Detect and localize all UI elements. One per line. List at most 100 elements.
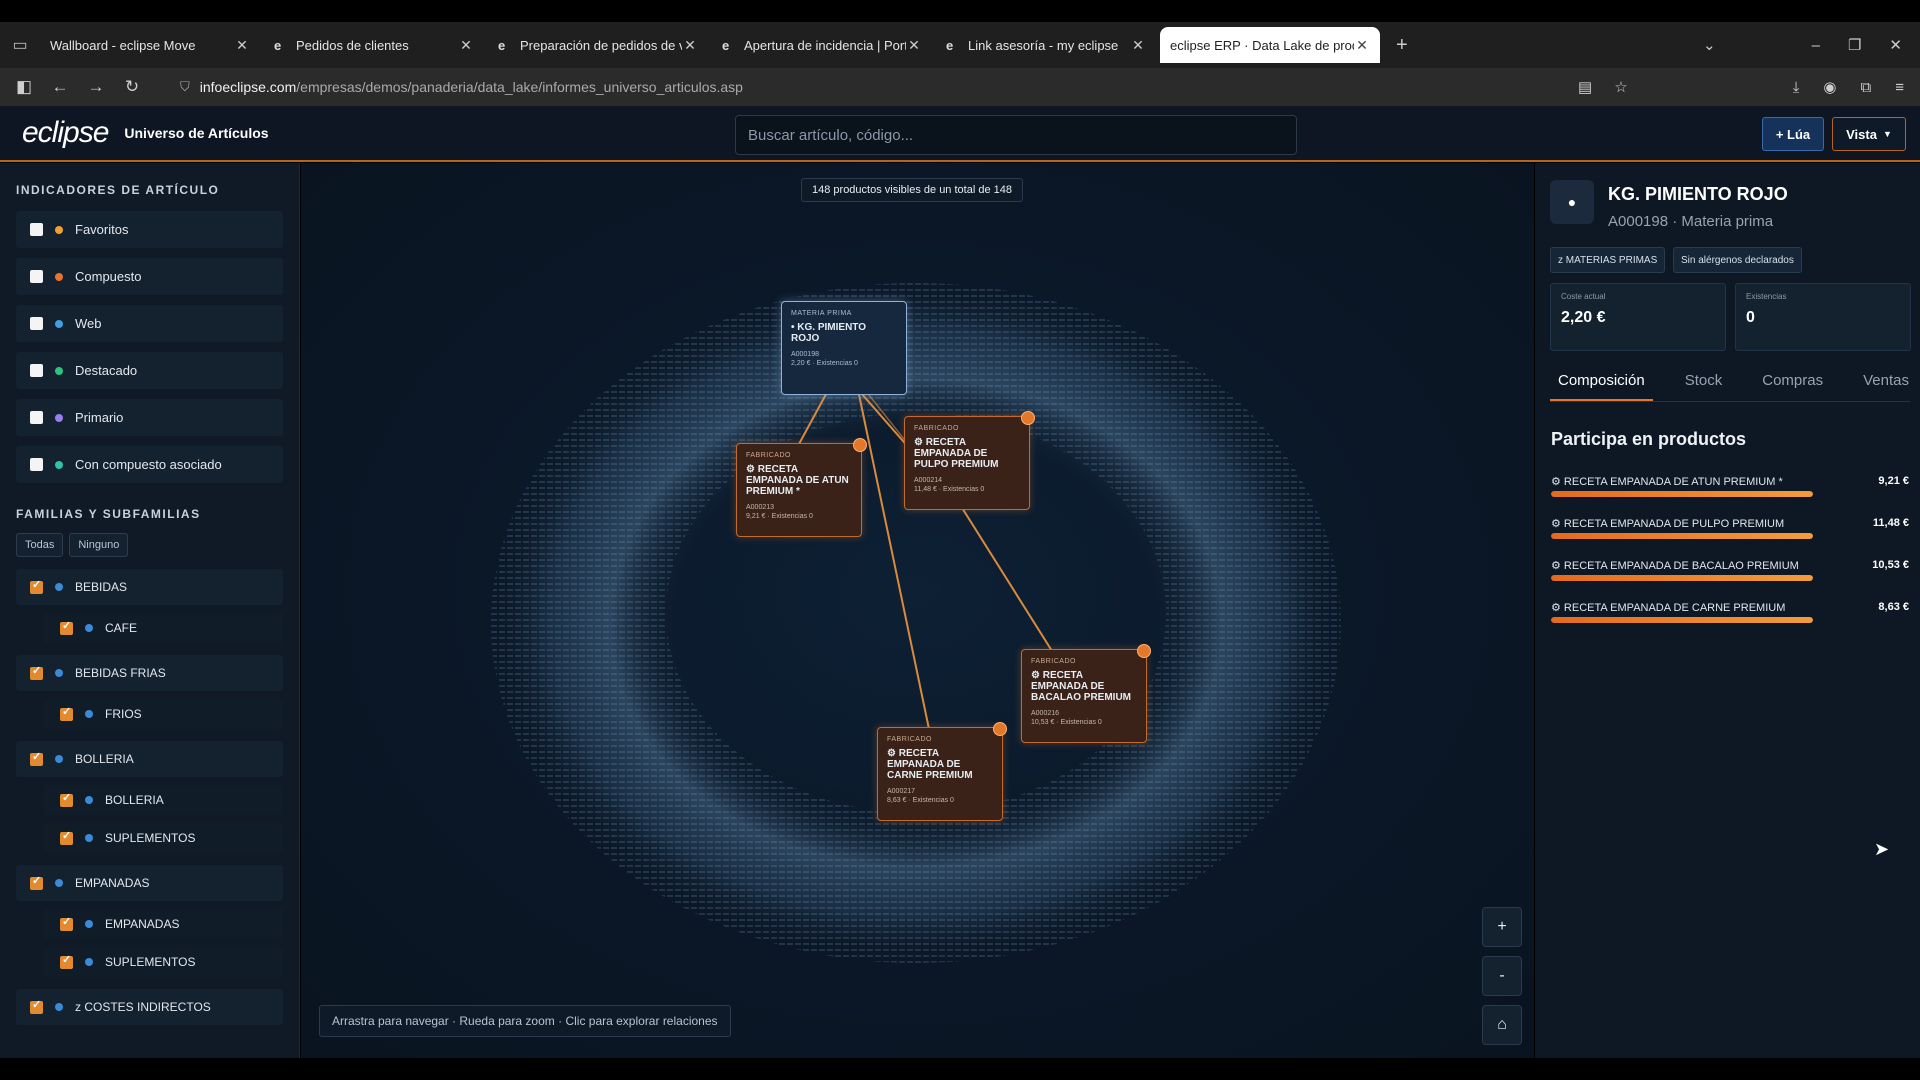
bookmark-star-icon[interactable]: ☆ bbox=[1614, 78, 1627, 96]
tab-close-icon[interactable]: ✕ bbox=[458, 37, 474, 54]
restore-icon[interactable]: ❐ bbox=[1848, 36, 1861, 54]
family-item[interactable]: BEBIDAS bbox=[16, 569, 283, 605]
subfamily-item[interactable]: SUPLEMENTOS bbox=[44, 947, 283, 977]
indicator-item[interactable]: Primario bbox=[16, 399, 283, 436]
checkbox[interactable] bbox=[60, 915, 73, 931]
checkbox[interactable] bbox=[30, 750, 43, 766]
checkbox[interactable] bbox=[60, 619, 73, 635]
tab-ventas[interactable]: Ventas bbox=[1855, 366, 1917, 401]
subfamily-item[interactable]: BOLLERIA bbox=[44, 785, 283, 815]
graph-canvas[interactable]: 148 productos visibles de un total de 14… bbox=[301, 163, 1534, 1058]
browser-tab[interactable]: e Apertura de incidencia | Portal ✕ bbox=[712, 27, 932, 63]
node-receta-atun[interactable]: FABRICADO ⚙ RECETA EMPANADA DE ATUN PREM… bbox=[736, 443, 862, 537]
url-field[interactable]: ⛉ infoeclipse.com/empresas/demos/panader… bbox=[180, 72, 1570, 102]
indicator-item[interactable]: Web bbox=[16, 305, 283, 342]
browser-tab-bar: ▭ Wallboard - eclipse Move ✕ e Pedidos d… bbox=[0, 22, 1920, 68]
participa-item[interactable]: ⚙ RECETA EMPANADA DE BACALAO PREMIUM 10,5… bbox=[1551, 559, 1909, 589]
participa-item[interactable]: ⚙ RECETA EMPANADA DE CARNE PREMIUM 8,63 € bbox=[1551, 601, 1909, 631]
checkbox[interactable] bbox=[30, 223, 43, 236]
browser-tab[interactable]: e Pedidos de clientes ✕ bbox=[264, 27, 484, 63]
browser-tab[interactable]: e Link asesoría - my eclipse ✕ bbox=[936, 27, 1156, 63]
minimize-icon[interactable]: – bbox=[1812, 37, 1820, 54]
indicator-item[interactable]: Favoritos bbox=[16, 211, 283, 248]
subfamily-item[interactable]: CAFE bbox=[44, 613, 283, 643]
site-info-icon[interactable]: ⛉ bbox=[180, 79, 190, 95]
node-kind: FABRICADO bbox=[887, 736, 932, 743]
checkbox[interactable] bbox=[30, 578, 43, 594]
back-icon[interactable]: ← bbox=[42, 77, 78, 97]
node-receta-carne[interactable]: FABRICADO ⚙ RECETA EMPANADA DE CARNE PRE… bbox=[877, 727, 1003, 821]
menu-icon[interactable]: ≡ bbox=[1895, 79, 1904, 96]
subfamily-item[interactable]: EMPANADAS bbox=[44, 909, 283, 939]
checkbox[interactable] bbox=[30, 664, 43, 680]
tab-list-icon[interactable]: ▭ bbox=[0, 35, 40, 55]
subfamily-item[interactable]: SUPLEMENTOS bbox=[44, 823, 283, 853]
checkbox[interactable] bbox=[30, 364, 43, 377]
tab-compras[interactable]: Compras bbox=[1754, 366, 1831, 401]
family-tag: z MATERIAS PRIMAS bbox=[1550, 247, 1666, 273]
indicator-dot-icon bbox=[55, 272, 63, 281]
checkbox[interactable] bbox=[60, 829, 73, 845]
close-window-icon[interactable]: ✕ bbox=[1889, 36, 1902, 54]
checkbox[interactable] bbox=[30, 270, 43, 283]
node-kg-pimiento-rojo[interactable]: MATERIA PRIMA • KG. PIMIENTO ROJO A00019… bbox=[781, 301, 907, 395]
families-title: FAMILIAS Y SUBFAMILIAS bbox=[16, 507, 201, 521]
eclipse-logo[interactable]: eclipse bbox=[22, 116, 109, 150]
node-receta-bacalao[interactable]: FABRICADO ⚙ RECETA EMPANADA DE BACALAO P… bbox=[1021, 649, 1147, 743]
sidebar-toggle-icon[interactable]: ◧ bbox=[6, 77, 42, 97]
tab-composicion[interactable]: Composición bbox=[1550, 366, 1653, 401]
tab-close-icon[interactable]: ✕ bbox=[682, 37, 698, 54]
checkbox[interactable] bbox=[30, 411, 43, 424]
checkbox[interactable] bbox=[30, 874, 43, 890]
select-none-button[interactable]: Ninguno bbox=[69, 533, 129, 557]
family-item[interactable]: EMPANADAS bbox=[16, 865, 283, 901]
select-all-button[interactable]: Todas bbox=[16, 533, 64, 557]
checkbox[interactable] bbox=[60, 791, 73, 807]
tab-close-icon[interactable]: ✕ bbox=[234, 37, 250, 54]
tab-close-icon[interactable]: ✕ bbox=[1130, 37, 1146, 54]
participa-bar-fill bbox=[1551, 575, 1813, 581]
indicator-item[interactable]: Compuesto bbox=[16, 258, 283, 295]
extensions-icon[interactable]: ⧉ bbox=[1861, 79, 1872, 96]
zoom-out-button[interactable]: - bbox=[1482, 956, 1522, 996]
browser-tab[interactable]: e Preparación de pedidos de ven ✕ bbox=[488, 27, 708, 63]
node-receta-pulpo[interactable]: FABRICADO ⚙ RECETA EMPANADA DE PULPO PRE… bbox=[904, 416, 1030, 510]
account-icon[interactable]: ◉ bbox=[1823, 78, 1836, 96]
lua-button[interactable]: + Lúa bbox=[1762, 117, 1824, 151]
downloads-icon[interactable]: ⤓ bbox=[1793, 79, 1800, 96]
checkbox[interactable] bbox=[60, 953, 73, 969]
subfamily-item[interactable]: FRIOS bbox=[44, 699, 283, 729]
tab-overflow-chevron-icon[interactable]: ⌄ bbox=[1703, 36, 1716, 54]
tab-close-icon[interactable]: ✕ bbox=[906, 37, 922, 54]
indicator-list: Favoritos Compuesto Web Destacado Primario Co… bbox=[0, 211, 299, 483]
checkbox[interactable] bbox=[60, 705, 73, 721]
node-code: A000216 bbox=[1031, 710, 1060, 717]
subfamily-label: SUPLEMENTOS bbox=[105, 831, 196, 845]
reader-view-icon[interactable]: ▤ bbox=[1578, 78, 1592, 96]
indicator-item[interactable]: Destacado bbox=[16, 352, 283, 389]
browser-tab[interactable]: Wallboard - eclipse Move ✕ bbox=[40, 27, 260, 63]
reload-icon[interactable]: ↻ bbox=[114, 77, 150, 97]
zoom-in-button[interactable]: + bbox=[1482, 907, 1522, 947]
browser-tab-active[interactable]: eclipse ERP · Data Lake de producto ✕ bbox=[1160, 27, 1380, 63]
checkbox[interactable] bbox=[30, 458, 43, 471]
reset-view-home-icon[interactable]: ⌂ bbox=[1482, 1005, 1522, 1045]
search-input[interactable] bbox=[735, 115, 1297, 155]
participa-item[interactable]: ⚙ RECETA EMPANADA DE PULPO PREMIUM 11,48 … bbox=[1551, 517, 1909, 547]
family-item[interactable]: BOLLERIA bbox=[16, 741, 283, 777]
checkbox[interactable] bbox=[30, 998, 43, 1014]
vista-button[interactable]: Vista ▼ bbox=[1832, 117, 1906, 151]
tab-stock[interactable]: Stock bbox=[1677, 366, 1731, 401]
tab-close-icon[interactable]: ✕ bbox=[1354, 37, 1370, 54]
node-meta: 11,48 € · Existencias 0 bbox=[914, 486, 985, 493]
new-tab-icon[interactable]: + bbox=[1396, 34, 1408, 57]
composite-badge-icon bbox=[1021, 411, 1035, 425]
checkbox[interactable] bbox=[30, 317, 43, 330]
family-dot-icon bbox=[55, 755, 63, 763]
family-item[interactable]: z COSTES INDIRECTOS bbox=[16, 989, 283, 1025]
forward-icon[interactable]: → bbox=[78, 77, 114, 97]
participa-bar bbox=[1551, 533, 1813, 539]
indicator-item[interactable]: Con compuesto asociado bbox=[16, 446, 283, 483]
participa-item[interactable]: ⚙ RECETA EMPANADA DE ATUN PREMIUM * 9,21 … bbox=[1551, 475, 1909, 505]
family-item[interactable]: BEBIDAS FRIAS bbox=[16, 655, 283, 691]
